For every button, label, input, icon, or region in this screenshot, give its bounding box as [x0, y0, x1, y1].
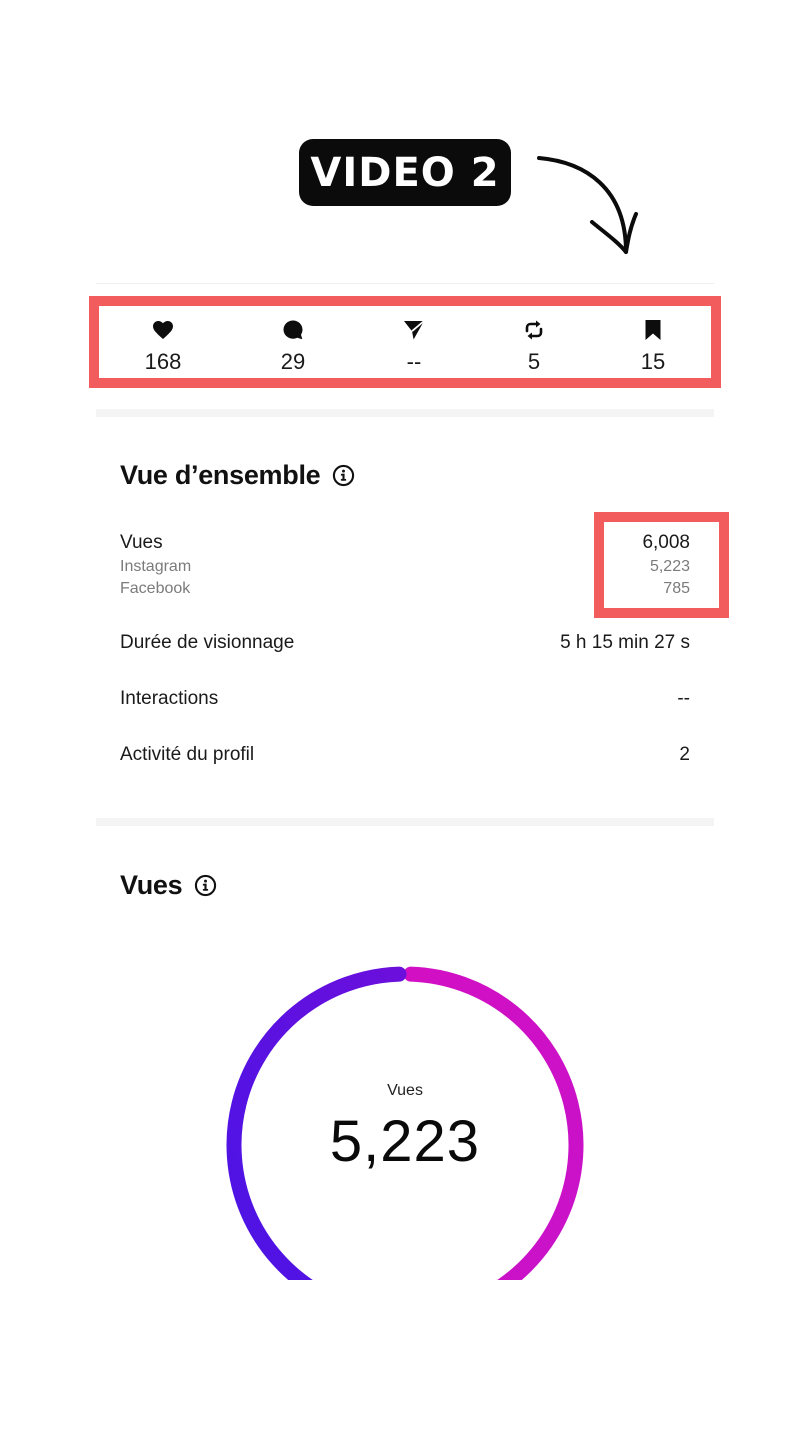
stat-comments-value: 29 — [280, 349, 306, 374]
stat-reposts[interactable]: 5 — [489, 318, 579, 374]
info-icon[interactable] — [194, 874, 217, 897]
stat-likes[interactable]: 168 — [118, 318, 208, 374]
watch-time-value: 5 h 15 min 27 s — [560, 632, 690, 653]
stat-saves[interactable]: 15 — [608, 318, 698, 374]
views-label: Vues — [120, 532, 163, 553]
profile-activity-value: 2 — [679, 744, 690, 765]
views-section-title: Vues — [120, 870, 217, 901]
repost-icon — [525, 320, 543, 340]
stat-reposts-value: 5 — [527, 349, 541, 374]
donut-value: 5,223 — [329, 1109, 481, 1174]
video-badge: VIDEO 2 — [299, 139, 511, 206]
interactions-value: -- — [677, 688, 690, 709]
stat-comments[interactable]: 29 — [248, 318, 338, 374]
section-separator — [96, 818, 714, 826]
donut-label: Vues — [387, 1082, 423, 1099]
curved-arrow-icon — [537, 156, 638, 254]
overview-title: Vue d’ensemble — [120, 460, 355, 491]
profile-activity-label: Activité du profil — [120, 744, 255, 765]
interactions-label: Interactions — [120, 688, 219, 709]
watch-time-label: Durée de visionnage — [120, 632, 295, 653]
video-badge-label: VIDEO 2 — [310, 149, 500, 196]
facebook-label: Facebook — [120, 580, 191, 597]
stat-shares-value: -- — [406, 349, 422, 374]
section-separator — [96, 409, 714, 417]
instagram-label: Instagram — [120, 558, 192, 575]
views-section-title-text: Vues — [120, 870, 183, 900]
comment-icon — [283, 320, 303, 340]
views-highlight-frame — [594, 512, 729, 618]
stat-saves-value: 15 — [640, 349, 666, 374]
views-donut-chart — [190, 930, 620, 1280]
engagement-stats-bar: 168 29 -- 5 15 — [89, 296, 721, 388]
send-icon — [404, 320, 425, 340]
bookmark-icon — [645, 320, 661, 340]
divider — [96, 283, 714, 284]
stat-likes-value: 168 — [144, 349, 182, 374]
heart-icon — [153, 321, 173, 339]
stat-shares[interactable]: -- — [369, 318, 459, 374]
info-icon[interactable] — [332, 464, 355, 487]
overview-title-text: Vue d’ensemble — [120, 460, 321, 490]
